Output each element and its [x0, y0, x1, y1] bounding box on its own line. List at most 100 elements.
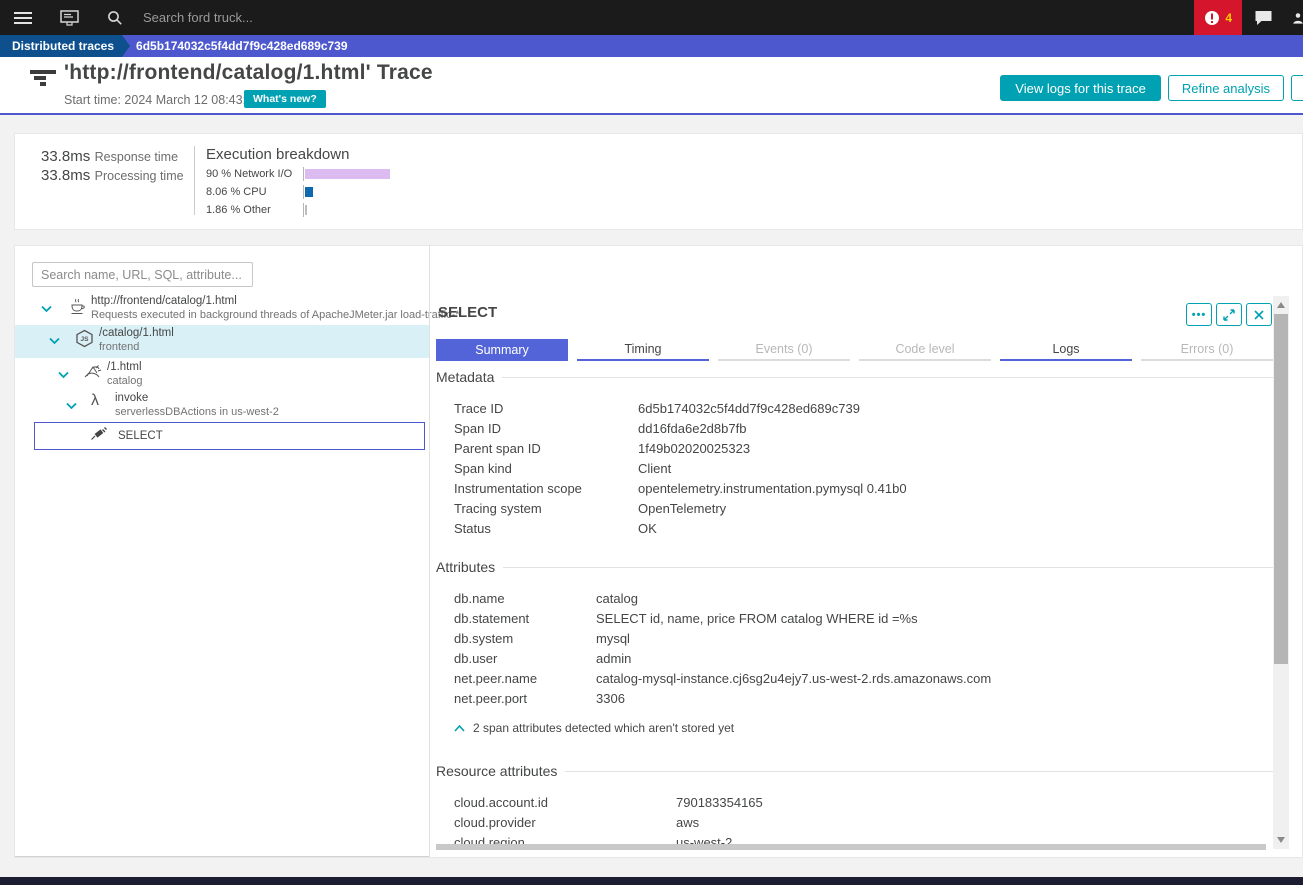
field-label: cloud.account.id: [454, 795, 676, 810]
field-label: net.peer.port: [454, 691, 596, 706]
breakdown-row-network: 90 % Network I/O: [206, 168, 390, 180]
problem-count: 4: [1225, 11, 1232, 25]
tab-code-level[interactable]: Code level: [859, 339, 991, 361]
tree-row-frontend-service[interactable]: JS /catalog/1.html frontend: [15, 325, 429, 358]
attribute-row: net.peer.namecatalog-mysql-instance.cj6s…: [436, 668, 1280, 688]
tree-row-frontend-request[interactable]: http://frontend/catalog/1.html Requests …: [15, 293, 429, 325]
response-time-value: 33.8ms: [41, 148, 90, 165]
search-icon: [107, 10, 123, 26]
breadcrumb: Distributed traces 6d5b174032c5f4dd7f9c4…: [0, 35, 1303, 57]
field-value: mysql: [596, 631, 630, 646]
hamburger-icon: [14, 12, 32, 24]
chevron-down-icon[interactable]: [58, 366, 69, 384]
tab-logs[interactable]: Logs: [1000, 339, 1132, 361]
field-value: dd16fda6e2d8b7fb: [638, 421, 746, 436]
panel-expand-button[interactable]: [1216, 303, 1242, 326]
response-time: 33.8ms Response time: [41, 148, 178, 166]
span-tree-pane: http://frontend/catalog/1.html Requests …: [15, 246, 429, 857]
alert-icon: [1204, 10, 1220, 26]
tree-row-select-statement[interactable]: SELECT: [34, 422, 425, 450]
metadata-row: Trace ID6d5b174032c5f4dd7f9c428ed689c739: [436, 398, 1280, 418]
summary-tab-content: Metadata Trace ID6d5b174032c5f4dd7f9c428…: [436, 368, 1280, 852]
search-button[interactable]: [93, 0, 137, 35]
nodejs-icon: JS: [75, 329, 94, 353]
whats-new-button[interactable]: What's new?: [244, 90, 326, 108]
expand-icon: [1223, 309, 1235, 321]
horizontal-scrollbar[interactable]: [436, 844, 1266, 850]
field-label: Trace ID: [454, 401, 638, 416]
processing-time-label: Processing time: [95, 169, 184, 183]
panel-close-button[interactable]: [1246, 303, 1272, 326]
java-icon: [69, 297, 86, 320]
resource-attributes-heading: Resource attributes: [436, 762, 1280, 780]
vertical-scrollbar[interactable]: [1273, 296, 1289, 849]
chevron-up-icon: [454, 725, 465, 732]
span-title: SELECT: [118, 430, 163, 442]
scroll-down-arrow[interactable]: [1277, 837, 1285, 843]
field-value: opentelemetry.instrumentation.pymysql 0.…: [638, 481, 907, 496]
field-value: SELECT id, name, price FROM catalog WHER…: [596, 611, 918, 626]
header-more-button[interactable]: ...: [1291, 75, 1303, 101]
tree-row-lambda-invoke[interactable]: λ invoke serverlessDBActions in us-west-…: [15, 390, 429, 421]
span-attributes-note[interactable]: 2 span attributes detected which aren't …: [436, 720, 1280, 736]
breakdown-label: 1.86 % Other: [206, 204, 303, 216]
span-subtitle: serverlessDBActions in us-west-2: [115, 405, 279, 419]
menu-button[interactable]: [0, 0, 46, 35]
page-title: 'http://frontend/catalog/1.html' Trace: [64, 61, 433, 85]
view-logs-button[interactable]: View logs for this trace: [1000, 75, 1161, 101]
field-value: catalog-mysql-instance.cj6sg2u4ejy7.us-w…: [596, 671, 991, 686]
execution-breakdown-title: Execution breakdown: [206, 146, 349, 163]
field-label: Instrumentation scope: [454, 481, 638, 496]
problems-button[interactable]: 4: [1194, 0, 1242, 35]
metadata-row: Parent span ID1f49b02020025323: [436, 438, 1280, 458]
breakdown-bar: [305, 205, 307, 215]
note-text: 2 span attributes detected which aren't …: [473, 721, 734, 735]
tab-errors[interactable]: Errors (0): [1141, 339, 1273, 361]
field-value: catalog: [596, 591, 638, 606]
breakdown-label: 90 % Network I/O: [206, 168, 303, 180]
metadata-row: Span kindClient: [436, 458, 1280, 478]
refine-analysis-button[interactable]: Refine analysis: [1168, 75, 1284, 101]
field-value: 790183354165: [676, 795, 763, 810]
field-label: db.name: [454, 591, 596, 606]
chevron-down-icon[interactable]: [49, 332, 60, 350]
tree-row-catalog-service[interactable]: /1.html catalog: [15, 359, 429, 390]
divider: [194, 146, 195, 215]
resource-row: cloud.provideraws: [436, 812, 1280, 832]
user-profile-button[interactable]: [1285, 0, 1303, 35]
trace-detail-card: http://frontend/catalog/1.html Requests …: [14, 245, 1303, 858]
chat-icon: [1254, 10, 1273, 26]
field-label: db.system: [454, 631, 596, 646]
attribute-row: db.systemmysql: [436, 628, 1280, 648]
field-label: Status: [454, 521, 638, 536]
span-subtitle: catalog: [107, 374, 142, 388]
tab-timing[interactable]: Timing: [577, 339, 709, 361]
scrollbar-thumb[interactable]: [1274, 314, 1288, 664]
dashboard-icon: [60, 10, 79, 26]
chevron-down-icon[interactable]: [66, 397, 77, 415]
attributes-heading: Attributes: [436, 558, 1280, 576]
tab-events[interactable]: Events (0): [718, 339, 850, 361]
response-time-label: Response time: [95, 150, 178, 164]
span-title: invoke: [115, 391, 279, 405]
scroll-up-arrow[interactable]: [1277, 302, 1285, 308]
tab-summary[interactable]: Summary: [436, 339, 568, 361]
span-detail-title: SELECT: [438, 304, 497, 321]
metadata-row: Instrumentation scopeopentelemetry.instr…: [436, 478, 1280, 498]
field-value: Client: [638, 461, 671, 476]
field-label: net.peer.name: [454, 671, 596, 686]
field-label: Span ID: [454, 421, 638, 436]
chat-button[interactable]: [1242, 0, 1285, 35]
field-value: OpenTelemetry: [638, 501, 726, 516]
dashboards-button[interactable]: [46, 0, 93, 35]
chevron-down-icon[interactable]: [41, 300, 52, 318]
panel-more-button[interactable]: •••: [1186, 303, 1212, 326]
breakdown-label: 8.06 % CPU: [206, 186, 303, 198]
top-navigation-bar: Search ford truck... 4: [0, 0, 1303, 35]
metadata-heading: Metadata: [436, 368, 1280, 386]
global-search-placeholder[interactable]: Search ford truck...: [143, 10, 253, 25]
tree-search-input[interactable]: [32, 262, 253, 287]
field-label: db.statement: [454, 611, 596, 626]
trace-icon: [30, 70, 58, 88]
breadcrumb-distributed-traces[interactable]: Distributed traces: [0, 35, 130, 57]
